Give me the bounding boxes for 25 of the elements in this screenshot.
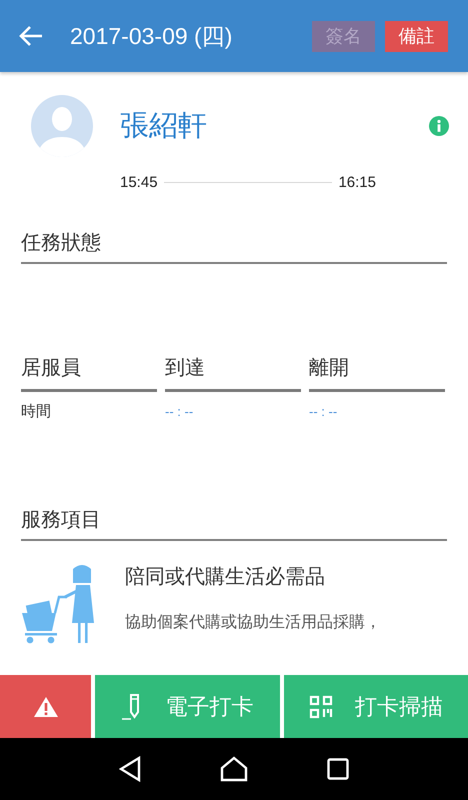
column-heading: 離開: [309, 354, 445, 392]
service-title: 陪同或代購生活必需品: [125, 563, 326, 590]
alert-button[interactable]: [0, 675, 91, 738]
note-button[interactable]: 備註: [385, 20, 448, 52]
client-name: 張紹軒: [120, 107, 208, 144]
time-value: -- : --: [165, 404, 194, 421]
column-heading: 居服員: [21, 354, 157, 392]
section-heading: 服務項目: [21, 506, 447, 541]
start-time: 15:45: [120, 174, 158, 191]
back-button[interactable]: [18, 25, 44, 47]
e-punch-button[interactable]: 電子打卡: [95, 675, 280, 738]
recents-icon[interactable]: [326, 758, 349, 780]
row-label: 時間: [21, 402, 52, 421]
back-nav-icon[interactable]: [119, 756, 142, 782]
column-heading: 到達: [165, 354, 301, 392]
warning-icon: [32, 696, 58, 718]
section-heading: 任務狀態: [21, 229, 447, 264]
home-icon[interactable]: [220, 756, 248, 782]
time-value: -- : --: [309, 404, 338, 421]
avatar-icon: [31, 95, 93, 157]
end-time: 16:15: [338, 174, 376, 191]
screen-title: 2017-03-09 (四): [70, 22, 234, 51]
scan-button[interactable]: 打卡掃描: [284, 675, 468, 738]
qr-code-icon: [308, 694, 333, 718]
service-description: 協助個案代購或協助生活用品採購，: [125, 612, 381, 633]
